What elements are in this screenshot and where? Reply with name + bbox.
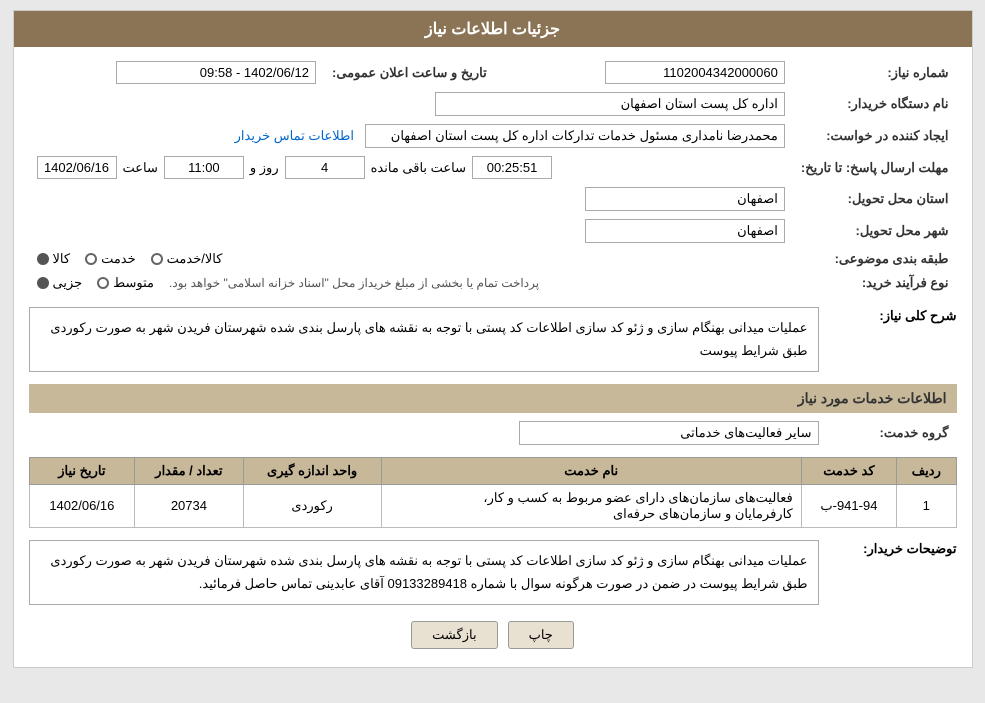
ijad-konande-input: محمدرضا نامداری مسئول خدمات تدارکات ادار… bbox=[365, 124, 785, 148]
tawzihat-label: توضیحات خریدار: bbox=[827, 536, 957, 557]
noavari-text: پرداخت تمام یا بخشی از مبلغ خریداز محل "… bbox=[169, 276, 539, 290]
cell-tedad: 20734 bbox=[135, 484, 243, 527]
noe-farayand-value: پرداخت تمام یا بخشی از مبلغ خریداز محل "… bbox=[29, 271, 793, 295]
tabaqe-value: کالا/خدمت خدمت کالا bbox=[29, 247, 793, 271]
tarikh-value: 1402/06/12 - 09:58 bbox=[29, 57, 324, 88]
cell-vahed: رکوردی bbox=[243, 484, 381, 527]
ijad-konande-label: ایجاد کننده در خواست: bbox=[793, 120, 957, 152]
tabaqe-label: طبقه بندی موضوعی: bbox=[793, 247, 957, 271]
col-radif: ردیف bbox=[897, 457, 956, 484]
row-noe-farayand: نوع فرآیند خرید: پرداخت تمام یا بخشی از … bbox=[29, 271, 957, 295]
shahr-input: اصفهان bbox=[585, 219, 785, 243]
radio-jezee[interactable]: جزیی bbox=[37, 275, 83, 291]
ostan-label: استان محل تحویل: bbox=[793, 183, 957, 215]
ostan-value: اصفهان bbox=[29, 183, 793, 215]
services-header-row: ردیف کد خدمت نام خدمت واحد اندازه گیری ت… bbox=[29, 457, 956, 484]
remaining-time-row: 00:25:51 ساعت باقی مانده 4 روز و 11:00 س… bbox=[37, 156, 785, 179]
ijad-konande-value: محمدرضا نامداری مسئول خدمات تدارکات ادار… bbox=[29, 120, 793, 152]
noe-farayand-radio-group: پرداخت تمام یا بخشی از مبلغ خریداز محل "… bbox=[37, 275, 785, 291]
sharh-koli-row: شرح کلی نیاز: عملیات میدانی بهنگام سازی … bbox=[29, 303, 957, 376]
shomara-label: شماره نیاز: bbox=[793, 57, 957, 88]
grohe-value: سایر فعالیت‌های خدماتی bbox=[29, 417, 827, 449]
page-container: جزئیات اطلاعات نیاز شماره نیاز: 11020043… bbox=[13, 10, 973, 668]
radio-jezee-circle bbox=[37, 277, 49, 289]
col-nam: نام خدمت bbox=[381, 457, 801, 484]
row-grohe: گروه خدمت: سایر فعالیت‌های خدماتی bbox=[29, 417, 957, 449]
col-tedad: تعداد / مقدار bbox=[135, 457, 243, 484]
roz-label: روز و bbox=[250, 160, 279, 176]
radio-motevasset-circle bbox=[97, 277, 109, 289]
col-vahed: واحد اندازه گیری bbox=[243, 457, 381, 484]
shomara-value: 1102004342000060 bbox=[525, 57, 793, 88]
services-table: ردیف کد خدمت نام خدمت واحد اندازه گیری ت… bbox=[29, 457, 957, 528]
radio-khedmat[interactable]: خدمت bbox=[85, 251, 136, 267]
grohe-khedmat-table: گروه خدمت: سایر فعالیت‌های خدماتی bbox=[29, 417, 957, 449]
row-ostan: استان محل تحویل: اصفهان bbox=[29, 183, 957, 215]
date-value: 1402/06/16 bbox=[37, 156, 117, 179]
nam-dastgah-label: نام دستگاه خریدار: bbox=[793, 88, 957, 120]
radio-kala-khedmat-label: کالا/خدمت bbox=[167, 251, 223, 267]
tarikh-label: تاریخ و ساعت اعلان عمومی: bbox=[324, 57, 495, 88]
services-table-head: ردیف کد خدمت نام خدمت واحد اندازه گیری ت… bbox=[29, 457, 956, 484]
radio-kala-circle bbox=[37, 253, 49, 265]
content-area: شماره نیاز: 1102004342000060 تاریخ و ساع… bbox=[14, 47, 972, 667]
radio-motevasset-label: متوسط bbox=[113, 275, 154, 291]
radio-jezee-label: جزیی bbox=[53, 275, 83, 291]
tarikh-input: 1402/06/12 - 09:58 bbox=[116, 61, 316, 84]
col-kod: کد خدمت bbox=[801, 457, 896, 484]
services-table-body: 1 941-94-ب فعالیت‌های سازمان‌های دارای ع… bbox=[29, 484, 956, 527]
page-title: جزئیات اطلاعات نیاز bbox=[425, 21, 560, 38]
cell-radif: 1 bbox=[897, 484, 956, 527]
info-table: شماره نیاز: 1102004342000060 تاریخ و ساع… bbox=[29, 57, 957, 295]
nam-dastgah-value: اداره کل پست استان اصفهان bbox=[29, 88, 793, 120]
cell-tarikh: 1402/06/16 bbox=[29, 484, 135, 527]
buttons-row: چاپ بازگشت bbox=[29, 621, 957, 649]
cell-kod: 941-94-ب bbox=[801, 484, 896, 527]
ostan-input: اصفهان bbox=[585, 187, 785, 211]
row-nam-dastgah: نام دستگاه خریدار: اداره کل پست استان اص… bbox=[29, 88, 957, 120]
row-mohlat-ersal: مهلت ارسال پاسخ: تا تاریخ: 00:25:51 ساعت… bbox=[29, 152, 957, 183]
row-tabaqe: طبقه بندی موضوعی: کالا/خدمت خدمت کالا bbox=[29, 247, 957, 271]
col-tarikh: تاریخ نیاز bbox=[29, 457, 135, 484]
roz-value: 4 bbox=[285, 156, 365, 179]
noe-farayand-label: نوع فرآیند خرید: bbox=[793, 271, 957, 295]
tawzihat-value: عملیات میدانی بهنگام سازی و ژئو کد سازی … bbox=[29, 540, 819, 605]
tawzihat-row: توضیحات خریدار: عملیات میدانی بهنگام ساز… bbox=[29, 536, 957, 609]
row-shahr: شهر محل تحویل: اصفهان bbox=[29, 215, 957, 247]
mohlat-label: مهلت ارسال پاسخ: تا تاریخ: bbox=[793, 152, 957, 183]
radio-kala-label: کالا bbox=[53, 251, 71, 267]
tabaqe-radio-group: کالا/خدمت خدمت کالا bbox=[37, 251, 785, 267]
chap-button[interactable]: چاپ bbox=[508, 621, 574, 649]
sharh-koli-label: شرح کلی نیاز: bbox=[827, 303, 957, 324]
bazgasht-button[interactable]: بازگشت bbox=[411, 621, 497, 649]
mohlat-value: 00:25:51 ساعت باقی مانده 4 روز و 11:00 س… bbox=[29, 152, 793, 183]
grohe-input: سایر فعالیت‌های خدماتی bbox=[519, 421, 819, 445]
page-header: جزئیات اطلاعات نیاز bbox=[14, 11, 972, 47]
shomara-input: 1102004342000060 bbox=[605, 61, 785, 84]
radio-kala[interactable]: کالا bbox=[37, 251, 71, 267]
radio-motevasset[interactable]: متوسط bbox=[97, 275, 154, 291]
shahr-value: اصفهان bbox=[29, 215, 793, 247]
row-shomara: شماره نیاز: 1102004342000060 تاریخ و ساع… bbox=[29, 57, 957, 88]
shahr-label: شهر محل تحویل: bbox=[793, 215, 957, 247]
radio-khedmat-circle bbox=[85, 253, 97, 265]
saat-value: 11:00 bbox=[164, 156, 244, 179]
sharh-koli-value: عملیات میدانی بهنگام سازی و ژئو کد سازی … bbox=[29, 307, 819, 372]
table-row: 1 941-94-ب فعالیت‌های سازمان‌های دارای ع… bbox=[29, 484, 956, 527]
baghimande-label: ساعت باقی مانده bbox=[371, 160, 466, 176]
radio-khedmat-label: خدمت bbox=[101, 251, 136, 267]
etelaat-khadamat-header: اطلاعات خدمات مورد نیاز bbox=[29, 384, 957, 413]
grohe-label: گروه خدمت: bbox=[827, 417, 957, 449]
cell-nam: فعالیت‌های سازمان‌های دارای عضو مربوط به… bbox=[381, 484, 801, 527]
radio-kala-khedmat[interactable]: کالا/خدمت bbox=[151, 251, 223, 267]
saat-label: ساعت bbox=[123, 160, 158, 176]
nam-dastgah-input: اداره کل پست استان اصفهان bbox=[435, 92, 785, 116]
baghimande-value: 00:25:51 bbox=[472, 156, 552, 179]
radio-kala-khedmat-circle bbox=[151, 253, 163, 265]
row-ijad-konande: ایجاد کننده در خواست: محمدرضا نامداری مس… bbox=[29, 120, 957, 152]
contact-info-link[interactable]: اطلاعات تماس خریدار bbox=[235, 128, 354, 143]
